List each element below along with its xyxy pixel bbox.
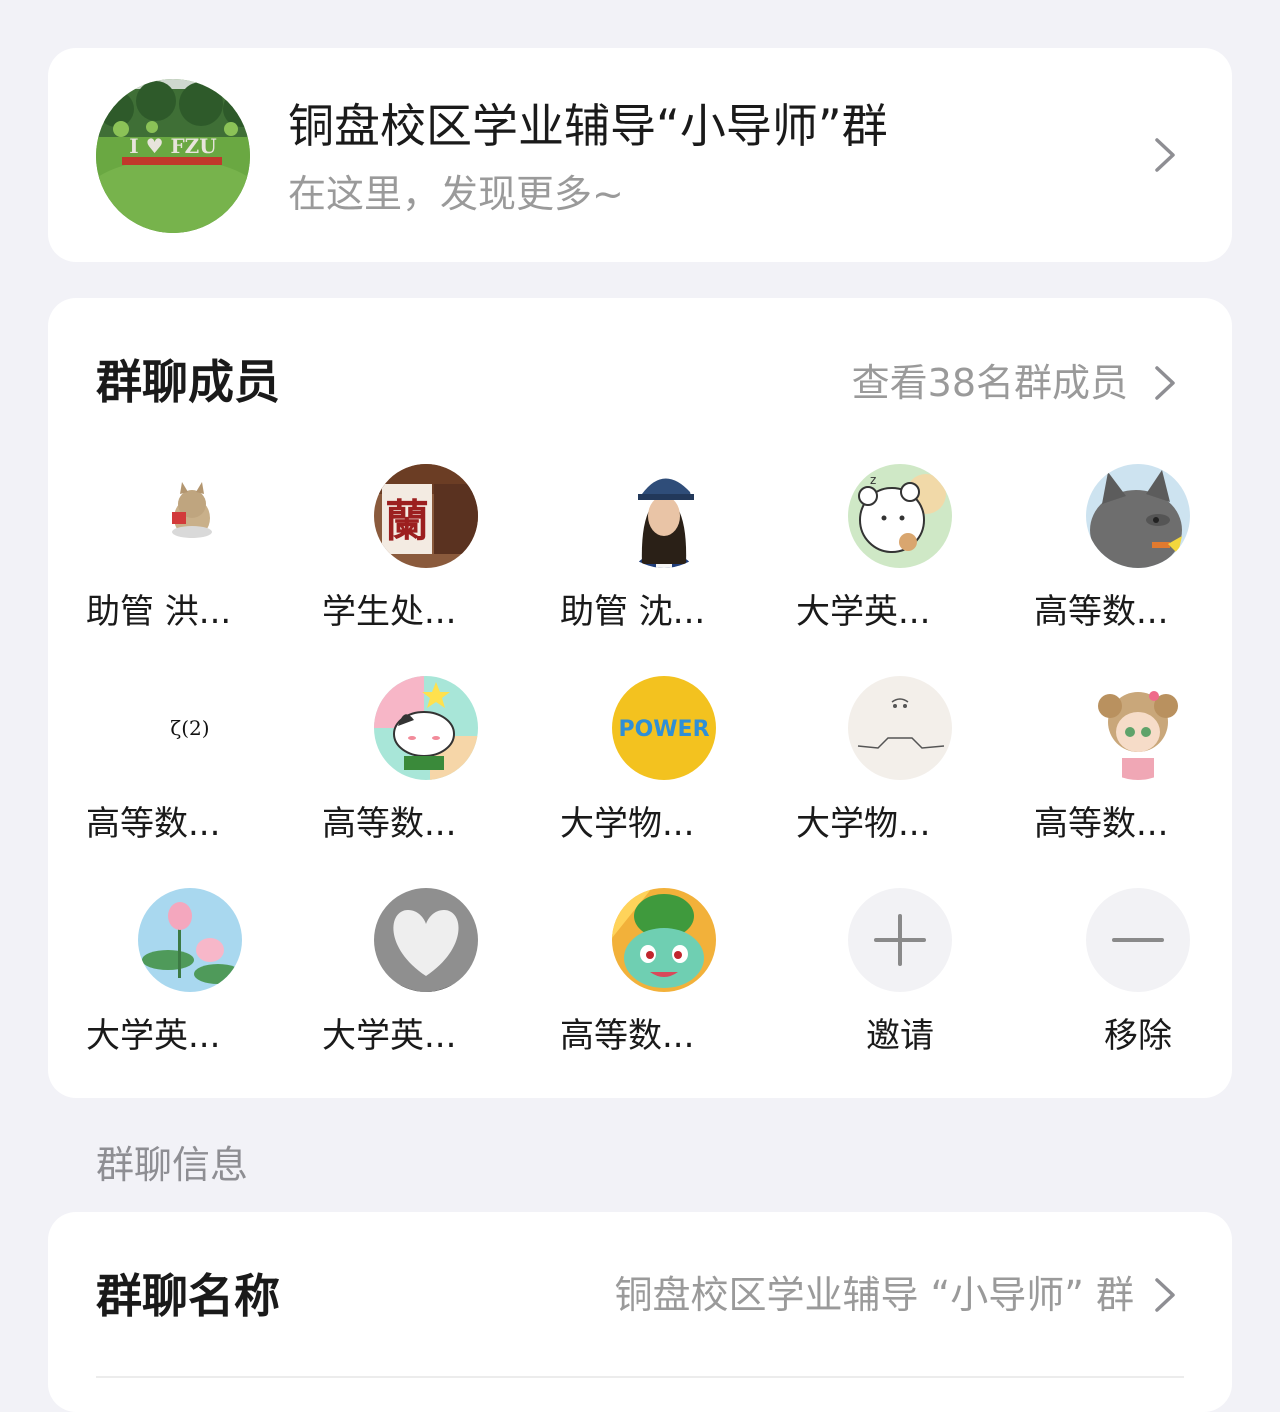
member-avatar: [138, 888, 242, 992]
member-item[interactable]: 大学物...: [796, 676, 996, 876]
member-item[interactable]: z 大学英...: [796, 464, 996, 664]
member-avatar: [1086, 464, 1190, 568]
member-name: 大学英...: [322, 1016, 457, 1056]
member-avatar: 蘭: [374, 464, 478, 568]
power-logo-text: POWER: [618, 717, 709, 742]
member-avatar: z: [848, 464, 952, 568]
member-item[interactable]: 大学英...: [322, 888, 522, 1088]
member-avatar: [374, 676, 478, 780]
member-name: 高等数...: [86, 804, 221, 844]
member-item[interactable]: 高等数...: [560, 888, 760, 1088]
plus-icon[interactable]: [848, 888, 952, 992]
member-name: 高等数...: [1034, 592, 1169, 632]
member-avatar: [138, 464, 242, 568]
members-section-title: 群聊成员: [96, 355, 280, 409]
zeta-avatar-text: ζ(2): [170, 716, 209, 740]
row-divider: [96, 1376, 1184, 1378]
member-name: 高等数...: [560, 1016, 695, 1056]
group-avatar: I ♥ FZU: [96, 79, 250, 233]
member-name: 大学物...: [796, 804, 931, 844]
chevron-right-icon[interactable]: [1144, 362, 1186, 404]
member-item[interactable]: 高等数...: [1034, 676, 1234, 876]
group-subtitle: 在这里，发现更多~: [288, 172, 624, 216]
invite-button[interactable]: 邀请: [796, 888, 996, 1088]
minus-icon[interactable]: [1086, 888, 1190, 992]
member-item[interactable]: 高等数...: [322, 676, 522, 876]
member-name: 大学物...: [560, 804, 695, 844]
member-item[interactable]: 高等数...: [1034, 464, 1234, 664]
member-item[interactable]: 助管 沈...: [560, 464, 760, 664]
members-card: 群聊成员 查看38名群成员 助管 洪... 蘭 学生处... 助管 沈... z…: [48, 298, 1232, 1098]
member-name: 高等数...: [322, 804, 457, 844]
group-info-section-label: 群聊信息: [96, 1143, 249, 1187]
svg-text:蘭: 蘭: [385, 496, 429, 547]
member-item[interactable]: 大学英...: [86, 888, 286, 1088]
member-avatar: [612, 464, 716, 568]
member-item[interactable]: POWER 大学物...: [560, 676, 760, 876]
chevron-right-icon: [1155, 138, 1175, 172]
member-avatar: POWER: [612, 676, 716, 780]
member-avatar: [374, 888, 478, 992]
member-avatar: [612, 888, 716, 992]
svg-text:z: z: [870, 473, 876, 487]
invite-label: 邀请: [866, 1016, 934, 1056]
member-name: 学生处...: [322, 592, 457, 632]
member-avatar: [1086, 676, 1190, 780]
group-name-value[interactable]: 铜盘校区学业辅导 “小导师” 群: [614, 1270, 1134, 1320]
member-item[interactable]: 蘭 学生处...: [322, 464, 522, 664]
group-name-label: 群聊名称: [96, 1269, 280, 1323]
member-name: 助管 沈...: [560, 592, 706, 632]
member-name: 助管 洪...: [86, 592, 232, 632]
fzu-sign-text: I ♥ FZU: [129, 134, 216, 158]
member-name: 大学英...: [796, 592, 931, 632]
remove-button[interactable]: 移除: [1034, 888, 1234, 1088]
view-all-members-link[interactable]: 查看38名群成员: [852, 358, 1128, 408]
member-item[interactable]: 助管 洪...: [86, 464, 286, 664]
member-avatar: [848, 676, 952, 780]
member-item[interactable]: ζ(2) 高等数...: [86, 676, 286, 876]
member-name: 大学英...: [86, 1016, 221, 1056]
member-avatar: ζ(2): [138, 676, 242, 780]
chevron-right-icon[interactable]: [1144, 1274, 1186, 1316]
remove-label: 移除: [1104, 1016, 1172, 1056]
member-name: 高等数...: [1034, 804, 1169, 844]
group-title: 铜盘校区学业辅导“小导师”群: [288, 99, 888, 153]
group-info-card: 群聊名称 铜盘校区学业辅导 “小导师” 群: [48, 1212, 1232, 1412]
group-header-card[interactable]: I ♥ FZU 铜盘校区学业辅导“小导师”群 在这里，发现更多~: [48, 48, 1232, 262]
